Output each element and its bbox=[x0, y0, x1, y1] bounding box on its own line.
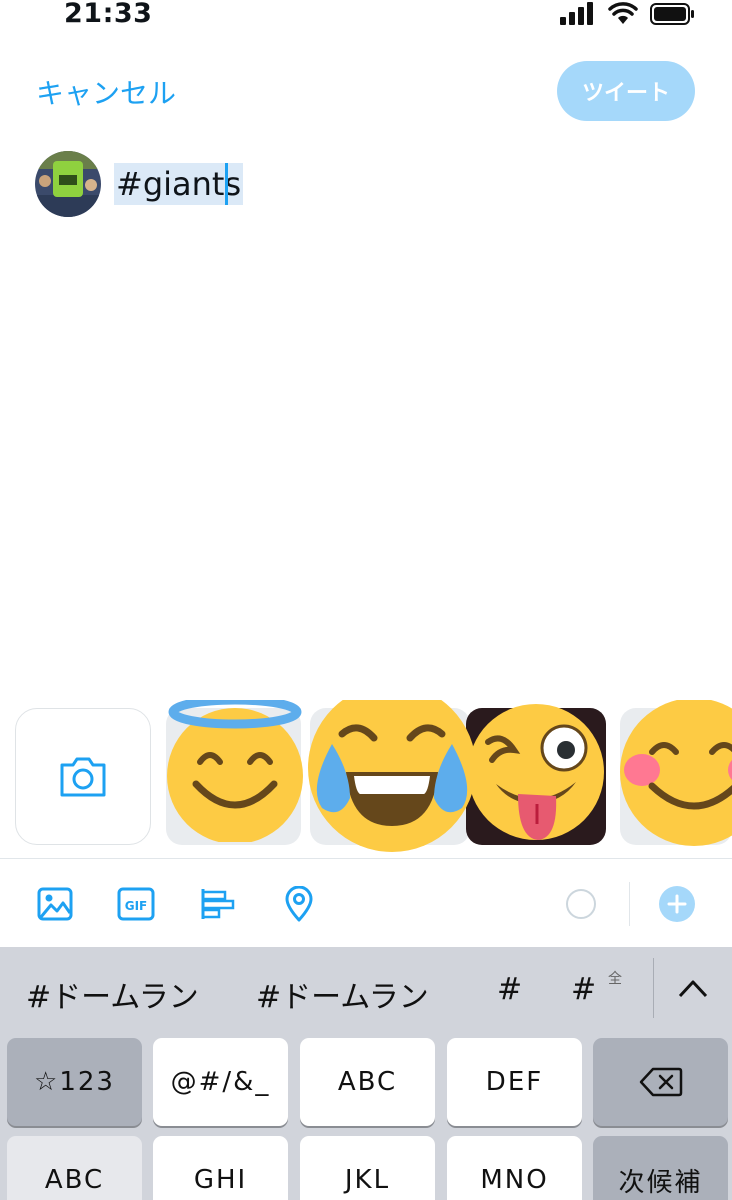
smiling-face-with-halo-emoji bbox=[167, 700, 303, 842]
image-icon bbox=[37, 887, 73, 921]
poll-icon bbox=[201, 889, 235, 919]
key-numbers[interactable]: ☆123 bbox=[7, 1038, 142, 1126]
tweet-text-input[interactable]: #giants bbox=[114, 163, 244, 205]
battery-icon bbox=[650, 3, 694, 25]
toolbar-divider bbox=[629, 882, 630, 926]
tweet-button[interactable]: ツイート bbox=[557, 61, 695, 121]
next-candidate-key[interactable]: 次候補 bbox=[593, 1136, 728, 1200]
gif-label: GIF bbox=[125, 899, 148, 913]
gif-button[interactable]: GIF bbox=[116, 884, 156, 924]
face-with-tears-of-joy-emoji bbox=[308, 700, 476, 852]
char-counter bbox=[566, 889, 596, 919]
camera-icon bbox=[60, 757, 106, 796]
signal-icon bbox=[560, 2, 593, 25]
add-tweet-button[interactable] bbox=[659, 886, 695, 922]
status-icons bbox=[560, 2, 696, 26]
candidate-word[interactable]: # bbox=[571, 972, 596, 1007]
wifi-icon bbox=[608, 2, 638, 24]
zany-face-emoji bbox=[468, 704, 604, 840]
backspace-key[interactable] bbox=[593, 1038, 728, 1126]
location-button[interactable] bbox=[279, 884, 319, 924]
gif-icon: GIF bbox=[117, 887, 155, 921]
status-bar: 21:33 bbox=[0, 0, 732, 40]
camera-button[interactable] bbox=[15, 708, 151, 845]
candidate-divider bbox=[653, 958, 654, 1018]
key-abc[interactable]: ABC bbox=[300, 1038, 435, 1126]
key-abc-mode[interactable]: ABC bbox=[7, 1136, 142, 1200]
cancel-button[interactable]: キャンセル bbox=[36, 72, 176, 112]
chevron-up-icon[interactable] bbox=[676, 974, 710, 1002]
backspace-icon bbox=[639, 1067, 682, 1097]
text-caret bbox=[225, 163, 228, 205]
image-button[interactable] bbox=[35, 884, 75, 924]
key-jkl[interactable]: JKL bbox=[300, 1136, 435, 1200]
poll-button[interactable] bbox=[197, 884, 237, 924]
candidate-word[interactable]: # bbox=[497, 972, 522, 1007]
key-ghi[interactable]: GHI bbox=[153, 1136, 288, 1200]
key-def[interactable]: DEF bbox=[447, 1038, 582, 1126]
smiling-face-with-smiling-eyes-emoji bbox=[620, 700, 732, 846]
candidate-word[interactable]: #ドームラン bbox=[256, 972, 429, 1016]
divider bbox=[0, 858, 732, 859]
full-width-indicator: 全 bbox=[608, 971, 622, 987]
avatar bbox=[35, 151, 101, 217]
candidate-word[interactable]: #ドームラン bbox=[26, 972, 199, 1016]
add-icon bbox=[667, 894, 687, 914]
media-picker[interactable] bbox=[0, 700, 732, 858]
location-icon bbox=[285, 886, 313, 922]
status-time: 21:33 bbox=[64, 0, 153, 29]
key-mno[interactable]: MNO bbox=[447, 1136, 582, 1200]
key-symbols[interactable]: @#/&_ bbox=[153, 1038, 288, 1126]
